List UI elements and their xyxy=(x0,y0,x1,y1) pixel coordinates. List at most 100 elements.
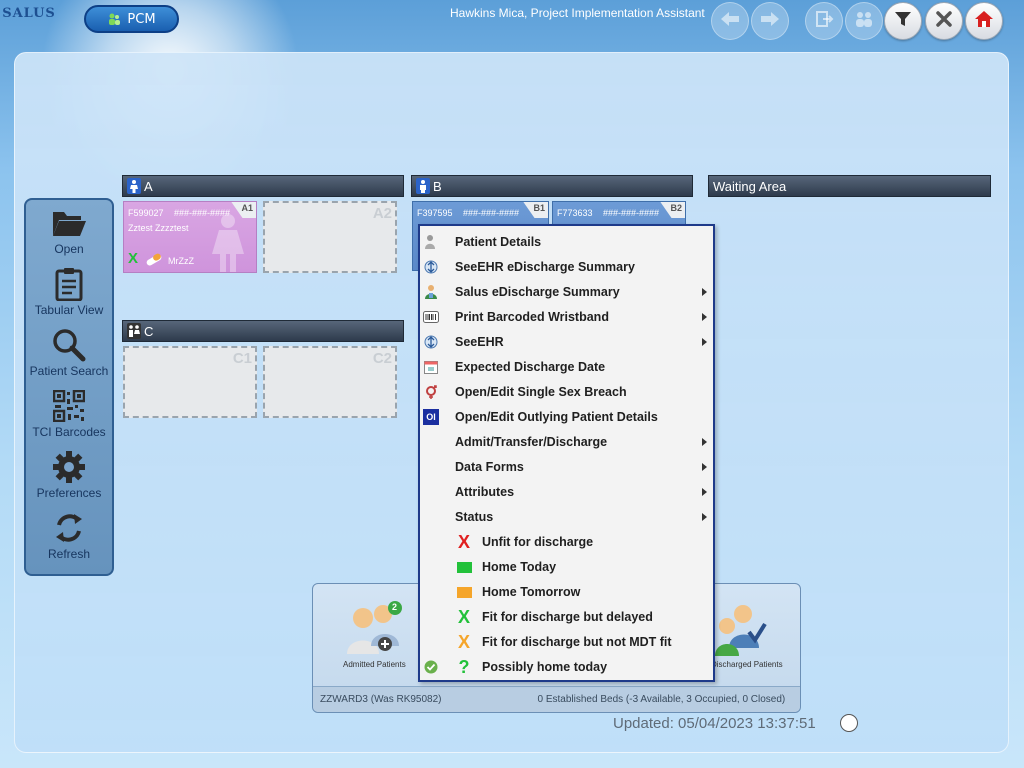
discharged-patients-button[interactable] xyxy=(715,600,767,660)
top-bar: SALUS PCM Hawkins Mica, Project Implemen… xyxy=(0,0,1024,44)
sidebar-item-patient-search[interactable]: Patient Search xyxy=(26,328,112,384)
submenu-arrow-icon xyxy=(702,313,707,321)
seeehr-icon xyxy=(423,334,439,350)
menu-item-data-forms[interactable]: Data Forms xyxy=(420,455,713,480)
discharged-patients-label: Discharged Patients xyxy=(711,660,783,669)
submenu-arrow-icon xyxy=(702,288,707,296)
sidebar: Open Tabular View Patient Search TCI Bar… xyxy=(24,198,114,576)
barcode-icon xyxy=(423,309,439,325)
sidebar-item-label: TCI Barcodes xyxy=(32,425,106,439)
sidebar-item-label: Refresh xyxy=(47,547,91,561)
status-fit-not-mdt-fit[interactable]: X Fit for discharge but not MDT fit xyxy=(420,630,713,655)
qr-code-icon xyxy=(51,389,87,423)
refresh-status-indicator[interactable] xyxy=(840,714,858,732)
menu-item-print-wristband[interactable]: Print Barcoded Wristband xyxy=(420,305,713,330)
status-fit-but-delayed[interactable]: X Fit for discharge but delayed xyxy=(420,605,713,630)
menu-item-patient-details[interactable]: Patient Details xyxy=(420,230,713,255)
ward-b-header[interactable]: B xyxy=(411,175,693,197)
pcm-label: PCM xyxy=(127,11,156,27)
sidebar-item-label: Tabular View xyxy=(34,303,104,317)
ward-a-header[interactable]: A xyxy=(122,175,404,197)
user-title: Hawkins Mica, Project Implementation Ass… xyxy=(450,6,705,20)
logout-icon xyxy=(814,9,834,33)
ward-title: C xyxy=(144,323,154,339)
red-x-icon: X xyxy=(457,531,470,552)
switch-user-button[interactable] xyxy=(845,2,883,40)
filter-button[interactable] xyxy=(884,2,922,40)
clipboard-icon xyxy=(51,267,87,301)
menu-item-seeehr-edischarge[interactable]: SeeEHR eDischarge Summary xyxy=(420,255,713,280)
bed-c2[interactable]: C2 xyxy=(263,346,397,418)
people-icon xyxy=(107,12,121,26)
green-x-icon: X xyxy=(457,606,470,627)
menu-item-attributes[interactable]: Attributes xyxy=(420,480,713,505)
patient-context-menu: Patient Details SeeEHR eDischarge Summar… xyxy=(418,224,715,682)
filter-icon xyxy=(894,10,912,32)
home-button[interactable] xyxy=(965,2,1003,40)
male-bay-icon xyxy=(416,178,430,194)
ward-title: A xyxy=(144,178,153,194)
sidebar-item-refresh[interactable]: Refresh xyxy=(26,511,112,567)
status-home-today[interactable]: Home Today xyxy=(420,555,713,580)
admitted-patients-label: Admitted Patients xyxy=(343,660,406,669)
bed-c1[interactable]: C1 xyxy=(123,346,257,418)
ward-status-bar: ZZWARD3 (Was RK95082) 0 Established Beds… xyxy=(313,686,800,712)
menu-item-expected-discharge-date[interactable]: Expected Discharge Date xyxy=(420,355,713,380)
submenu-arrow-icon xyxy=(702,338,707,346)
bed-id: B1 xyxy=(533,203,545,213)
forward-button[interactable] xyxy=(751,2,789,40)
last-updated: Updated: 05/04/2023 13:37:51 xyxy=(613,715,816,732)
bed-a1[interactable]: A1 F599027 ###-###-#### Zztest Zzzztest … xyxy=(123,201,257,273)
sidebar-item-label: Open xyxy=(54,242,84,256)
bed-id: C2 xyxy=(372,350,392,367)
ward-code: ZZWARD3 (Was RK95082) xyxy=(320,694,442,705)
medication-icon xyxy=(145,252,163,271)
sidebar-item-tci-barcodes[interactable]: TCI Barcodes xyxy=(26,389,112,445)
back-button[interactable] xyxy=(711,2,749,40)
patient-number: F773633 xyxy=(557,208,593,218)
ward-title: Waiting Area xyxy=(713,178,787,194)
orange-x-icon: X xyxy=(457,631,470,652)
menu-item-seeehr[interactable]: SeeEHR xyxy=(420,330,713,355)
salus-logo: SALUS xyxy=(2,5,56,21)
bed-a2[interactable]: A2 xyxy=(263,201,397,273)
sidebar-item-label: Patient Search xyxy=(29,364,109,378)
sidebar-item-open[interactable]: Open xyxy=(26,206,112,262)
mixed-bay-icon xyxy=(127,323,141,339)
nhs-number: ###-###-#### xyxy=(174,208,231,218)
calendar-icon xyxy=(423,359,439,375)
menu-item-admit-transfer-discharge[interactable]: Admit/Transfer/Discharge xyxy=(420,430,713,455)
doctor-icon xyxy=(423,284,439,300)
pcm-module-button[interactable]: PCM xyxy=(84,5,179,33)
sidebar-item-tabular-view[interactable]: Tabular View xyxy=(26,267,112,323)
back-icon xyxy=(719,11,741,31)
discharge-status-icon: X xyxy=(128,250,139,267)
menu-item-single-sex-breach[interactable]: Open/Edit Single Sex Breach xyxy=(420,380,713,405)
discharged-patients-icon xyxy=(715,605,767,656)
patient-number: F599027 xyxy=(128,208,164,218)
green-square-icon xyxy=(455,558,473,576)
status-possibly-home-today[interactable]: ? Possibly home today xyxy=(420,655,713,680)
bed-id: A2 xyxy=(372,205,392,222)
menu-item-salus-edischarge[interactable]: Salus eDischarge Summary xyxy=(420,280,713,305)
status-unfit-for-discharge[interactable]: X Unfit for discharge xyxy=(420,530,713,555)
menu-item-status[interactable]: Status xyxy=(420,505,713,530)
ol-icon: Ol xyxy=(423,409,439,425)
close-button[interactable] xyxy=(925,2,963,40)
waiting-area-header[interactable]: Waiting Area xyxy=(708,175,991,197)
patient-icon xyxy=(423,234,439,250)
submenu-arrow-icon xyxy=(702,513,707,521)
bed-id: B2 xyxy=(670,203,682,213)
close-icon xyxy=(936,11,952,31)
nhs-number: ###-###-#### xyxy=(603,208,660,218)
menu-item-outlying-patient[interactable]: Ol Open/Edit Outlying Patient Details xyxy=(420,405,713,430)
sidebar-item-preferences[interactable]: Preferences xyxy=(26,450,112,506)
gear-icon xyxy=(51,450,87,484)
ward-c-header[interactable]: C xyxy=(122,320,404,342)
status-home-tomorrow[interactable]: Home Tomorrow xyxy=(420,580,713,605)
gender-icon xyxy=(423,384,439,400)
beds-summary: 0 Established Beds (-3 Available, 3 Occu… xyxy=(537,694,786,705)
logout-button[interactable] xyxy=(805,2,843,40)
submenu-arrow-icon xyxy=(702,488,707,496)
orange-square-icon xyxy=(455,583,473,601)
